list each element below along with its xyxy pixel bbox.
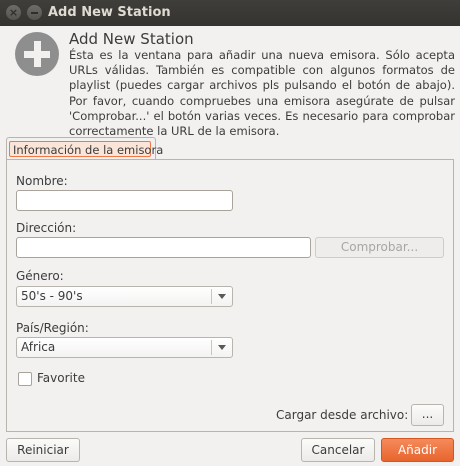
add-circle-icon <box>15 32 59 76</box>
reset-button[interactable]: Reiniciar <box>6 438 80 462</box>
dialog-heading: Add New Station <box>69 30 194 48</box>
address-input[interactable] <box>16 237 311 258</box>
country-select-value: Africa <box>21 340 56 354</box>
load-file-button[interactable]: ... <box>411 404 444 426</box>
add-button[interactable]: Añadir <box>381 438 454 462</box>
title-bar: × Add New Station <box>0 0 460 26</box>
address-label: Dirección: <box>16 221 77 235</box>
genre-select-divider <box>211 289 212 304</box>
name-input[interactable] <box>16 190 233 211</box>
check-button[interactable]: Comprobar... <box>315 237 444 258</box>
name-label: Nombre: <box>16 174 68 188</box>
genre-select-value: 50's - 90's <box>21 289 83 303</box>
window-title: Add New Station <box>48 5 171 20</box>
load-file-label: Cargar desde archivo: <box>276 408 409 422</box>
chevron-down-icon <box>218 345 226 350</box>
dialog-description: Ésta es la ventana para añadir una nueva… <box>69 48 455 139</box>
genre-label: Género: <box>16 269 64 283</box>
add-station-dialog: × Add New Station Add New Station Ésta e… <box>0 0 460 466</box>
cancel-button[interactable]: Cancelar <box>301 438 375 462</box>
minimize-icon[interactable] <box>27 5 42 20</box>
tab-station-info-label: Información de la emisora <box>9 141 163 157</box>
favorite-label: Favorite <box>37 371 85 385</box>
close-icon[interactable]: × <box>6 5 21 20</box>
tab-station-info[interactable]: Información de la emisora <box>6 137 163 160</box>
genre-select[interactable]: 50's - 90's <box>16 286 233 307</box>
country-label: País/Región: <box>16 321 89 335</box>
country-select[interactable]: Africa <box>16 337 233 358</box>
country-select-divider <box>211 340 212 355</box>
chevron-down-icon <box>218 294 226 299</box>
favorite-checkbox[interactable] <box>18 372 32 386</box>
